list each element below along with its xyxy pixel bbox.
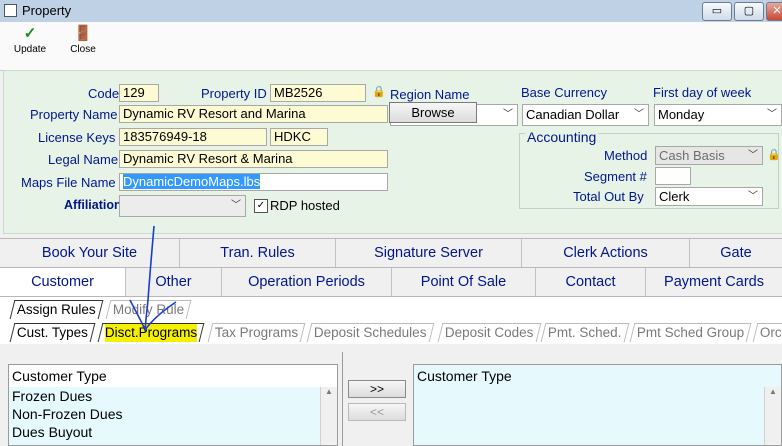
annotation-arrow [129,225,177,332]
